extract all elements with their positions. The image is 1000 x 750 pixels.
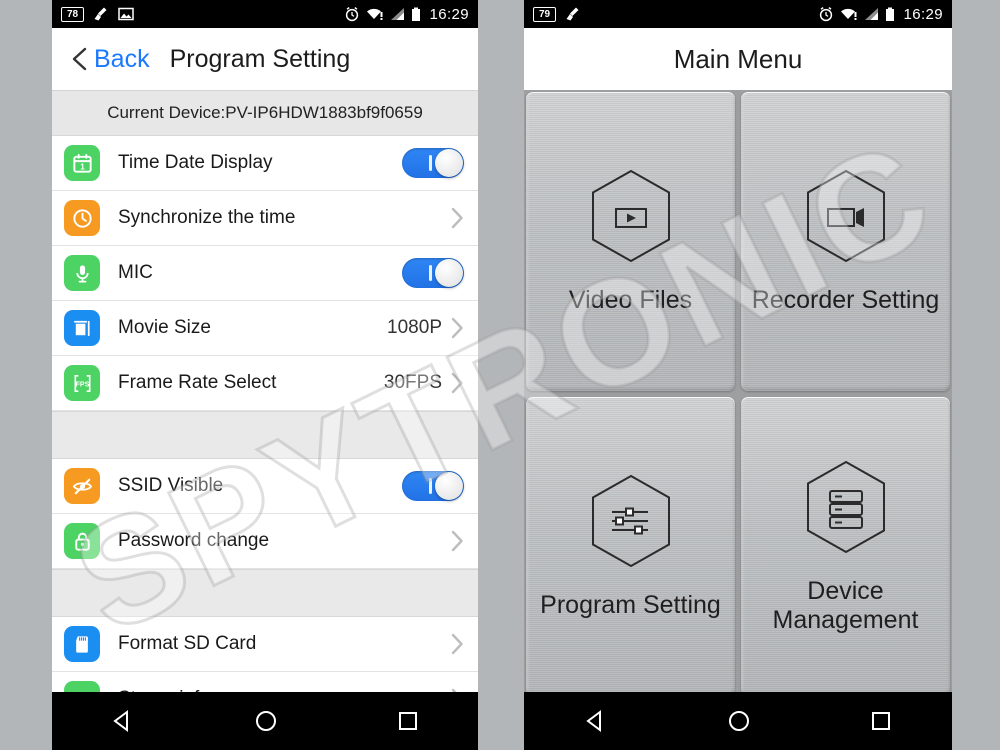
main-menu-tile-grid: Video Files Recorder Setting Program Set… bbox=[524, 90, 952, 698]
row-control bbox=[402, 148, 464, 178]
right-status-bar: 79 16:29 bbox=[524, 0, 952, 28]
row-label: SSID Visible bbox=[118, 475, 224, 496]
notification-count-badge: 79 bbox=[533, 6, 556, 22]
microphone-icon bbox=[64, 255, 100, 291]
status-right-icons: 16:29 bbox=[818, 6, 943, 23]
sliders-hex-icon bbox=[585, 472, 677, 575]
signal-icon bbox=[391, 8, 405, 20]
status-clock: 16:29 bbox=[429, 5, 469, 23]
camcorder-hex-icon bbox=[800, 167, 892, 270]
left-phone-screen: 78 16:29 Back Program Setting Current De… bbox=[52, 0, 478, 750]
recents-square-icon[interactable] bbox=[869, 709, 893, 733]
chevron-right-icon bbox=[451, 633, 463, 655]
video-play-hex-icon bbox=[585, 167, 677, 270]
wifi-alert-icon bbox=[841, 8, 857, 20]
tile-label: Program Setting bbox=[540, 591, 721, 620]
row-mic[interactable]: MIC bbox=[52, 246, 478, 301]
film-icon bbox=[64, 310, 100, 346]
server-stack-hex-icon bbox=[800, 458, 892, 561]
row-control: 1080P bbox=[387, 317, 464, 339]
home-circle-icon[interactable] bbox=[253, 708, 279, 734]
battery-icon bbox=[412, 7, 421, 21]
row-ssid-visible[interactable]: SSID Visible bbox=[52, 459, 478, 514]
chevron-right-icon bbox=[451, 372, 463, 394]
row-control bbox=[451, 207, 464, 229]
back-label: Back bbox=[94, 44, 150, 73]
calendar-icon: 1 bbox=[64, 145, 100, 181]
fps-icon: FPS bbox=[64, 365, 100, 401]
row-frame-rate-select[interactable]: FPS Frame Rate Select 30FPS bbox=[52, 356, 478, 411]
signal-icon bbox=[865, 8, 879, 20]
program-setting-navbar: Back Program Setting bbox=[52, 28, 478, 91]
row-control bbox=[451, 530, 464, 552]
row-control: 30FPS bbox=[384, 372, 464, 394]
sd-card-icon bbox=[64, 626, 100, 662]
chevron-left-icon bbox=[72, 47, 87, 71]
row-value: 30FPS bbox=[383, 372, 442, 393]
wifi-alert-icon bbox=[367, 8, 383, 20]
status-right-icons: 16:29 bbox=[344, 6, 469, 23]
left-status-bar: 78 16:29 bbox=[52, 0, 478, 28]
broom-icon bbox=[94, 7, 107, 21]
section-separator bbox=[52, 569, 478, 617]
lock-icon bbox=[64, 523, 100, 559]
clock-icon bbox=[64, 200, 100, 236]
alarm-icon bbox=[820, 6, 833, 22]
row-label: Frame Rate Select bbox=[118, 372, 277, 393]
eye-slash-icon bbox=[64, 468, 100, 504]
settings-list: 1 Time Date Display Synchronize the time bbox=[52, 136, 478, 727]
tile-program-setting[interactable]: Program Setting bbox=[526, 397, 735, 696]
row-label: Movie Size bbox=[118, 317, 211, 338]
svg-text:FPS: FPS bbox=[75, 380, 89, 388]
current-device-bar: Current Device:PV-IP6HDW1883bf9f0659 bbox=[52, 91, 478, 136]
tile-label: Video Files bbox=[568, 286, 693, 315]
chevron-right-icon bbox=[451, 317, 463, 339]
row-label: MIC bbox=[118, 262, 153, 283]
battery-icon bbox=[886, 7, 895, 21]
chevron-right-icon bbox=[451, 530, 463, 552]
row-control bbox=[402, 471, 464, 501]
recents-square-icon[interactable] bbox=[396, 709, 420, 733]
back-button[interactable]: Back bbox=[68, 45, 150, 74]
toggle-mic[interactable] bbox=[402, 258, 464, 288]
chevron-right-icon bbox=[451, 207, 463, 229]
alarm-icon bbox=[346, 6, 359, 22]
status-left-icons: 79 bbox=[533, 6, 581, 22]
row-control bbox=[402, 258, 464, 288]
tile-recorder-setting[interactable]: Recorder Setting bbox=[741, 92, 950, 391]
page-title: Program Setting bbox=[169, 44, 351, 73]
row-format-sd-card[interactable]: Format SD Card bbox=[52, 617, 478, 672]
section-separator bbox=[52, 411, 478, 459]
main-menu-title: Main Menu bbox=[524, 28, 952, 90]
row-label: Format SD Card bbox=[118, 633, 257, 654]
row-label: Synchronize the time bbox=[118, 207, 296, 228]
back-triangle-icon[interactable] bbox=[583, 708, 609, 734]
tile-label: Recorder Setting bbox=[751, 286, 940, 315]
right-phone-screen: 79 16:29 Main Menu Video Files Recorder … bbox=[524, 0, 952, 750]
row-password-change[interactable]: Password change bbox=[52, 514, 478, 569]
row-label: Time Date Display bbox=[118, 152, 273, 173]
row-synchronize-time[interactable]: Synchronize the time bbox=[52, 191, 478, 246]
toggle-ssid-visible[interactable] bbox=[402, 471, 464, 501]
right-android-nav-bar bbox=[524, 692, 952, 750]
notification-count-badge: 78 bbox=[61, 6, 84, 22]
row-time-date-display[interactable]: 1 Time Date Display bbox=[52, 136, 478, 191]
back-triangle-icon[interactable] bbox=[110, 708, 136, 734]
status-left-icons: 78 bbox=[61, 6, 134, 22]
svg-text:1: 1 bbox=[80, 162, 85, 171]
left-android-nav-bar bbox=[52, 692, 478, 750]
toggle-time-date-display[interactable] bbox=[402, 148, 464, 178]
broom-icon bbox=[566, 7, 579, 21]
tile-device-management[interactable]: Device Management bbox=[741, 397, 950, 696]
tile-label: Device Management bbox=[772, 576, 919, 635]
row-label: Password change bbox=[118, 530, 270, 551]
row-movie-size[interactable]: Movie Size 1080P bbox=[52, 301, 478, 356]
status-clock: 16:29 bbox=[903, 5, 943, 23]
screenshot-stage: 78 16:29 Back Program Setting Current De… bbox=[0, 0, 1000, 750]
row-control bbox=[451, 633, 464, 655]
image-icon bbox=[118, 7, 134, 21]
home-circle-icon[interactable] bbox=[726, 708, 752, 734]
row-value: 1080P bbox=[387, 317, 442, 338]
tile-video-files[interactable]: Video Files bbox=[526, 92, 735, 391]
